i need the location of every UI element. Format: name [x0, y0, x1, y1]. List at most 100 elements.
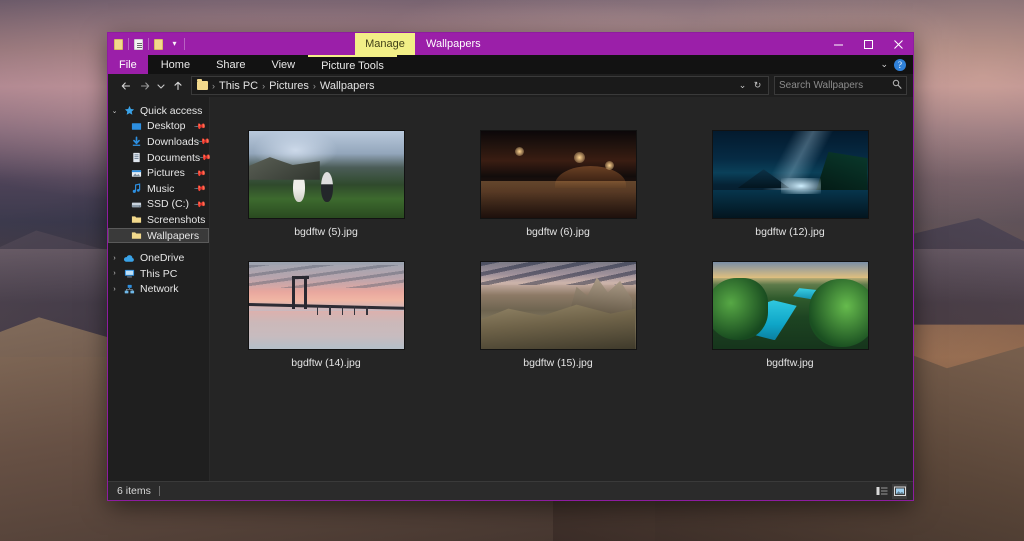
pin-icon[interactable]: 📌: [193, 182, 206, 195]
details-view-button[interactable]: [874, 484, 889, 499]
sidebar-item-label: Pictures: [147, 167, 185, 180]
file-thumbnail[interactable]: [248, 262, 404, 349]
file-list-view[interactable]: bgdftw (5).jpg bgdftw (6).jpg bgdftw (12…: [210, 97, 913, 481]
pin-icon[interactable]: 📌: [193, 167, 206, 180]
up-button[interactable]: [168, 76, 187, 95]
thumbnail-art-rocky: [480, 262, 636, 349]
document-icon: [128, 152, 144, 163]
qat-customize-button[interactable]: ▾: [168, 37, 181, 52]
water-shape: [248, 310, 404, 349]
file-thumbnail[interactable]: [712, 131, 868, 218]
chevron-down-icon[interactable]: ⌄: [108, 107, 121, 115]
sidebar-item-wallpapers[interactable]: Wallpapers: [108, 227, 209, 244]
download-icon: [128, 136, 144, 147]
back-button[interactable]: [116, 76, 135, 95]
sidebar-item-this-pc[interactable]: › This PC: [108, 266, 209, 282]
pin-icon[interactable]: 📌: [193, 120, 206, 133]
bridge-crossbar: [291, 275, 309, 279]
status-bar: 6 items: [108, 481, 913, 500]
bridge-tower: [304, 279, 308, 309]
tab-home[interactable]: Home: [148, 55, 203, 74]
window-title: Wallpapers: [426, 38, 481, 50]
file-name: bgdftw (5).jpg: [294, 226, 358, 238]
tab-picture-tools[interactable]: Picture Tools: [308, 55, 397, 74]
breadcrumb-wallpapers[interactable]: Wallpapers: [317, 80, 378, 92]
file-item[interactable]: bgdftw (15).jpg: [442, 262, 674, 369]
title-bar: ▾ Manage Wallpapers: [108, 33, 913, 55]
sidebar-item-pictures[interactable]: Pictures 📌: [108, 165, 209, 181]
file-thumbnail[interactable]: [712, 262, 868, 349]
search-input[interactable]: Search Wallpapers: [779, 80, 892, 91]
maximize-button[interactable]: [853, 33, 883, 55]
sidebar-item-onedrive[interactable]: › OneDrive: [108, 250, 209, 266]
breadcrumb-pictures[interactable]: Pictures: [266, 80, 312, 92]
file-thumbnail[interactable]: [480, 131, 636, 218]
desktop-icon: [128, 121, 144, 132]
ribbon-actions: ⌄ ?: [880, 55, 913, 74]
help-button[interactable]: ?: [894, 58, 906, 71]
file-name: bgdftw.jpg: [766, 357, 814, 369]
thumbnail-art-lakes: [712, 262, 868, 349]
tab-share[interactable]: Share: [203, 55, 258, 74]
status-divider: [158, 486, 160, 496]
nav-group-gap: [108, 243, 209, 250]
pictures-icon: [128, 168, 144, 179]
chevron-down-icon[interactable]: ⌄: [735, 76, 750, 95]
view-switcher: [874, 483, 907, 499]
sidebar-item-desktop[interactable]: Desktop 📌: [108, 119, 209, 135]
penguin-shape: [321, 172, 334, 203]
sidebar-item-documents[interactable]: Documents 📌: [108, 150, 212, 166]
file-name: bgdftw (12).jpg: [755, 226, 825, 238]
file-item[interactable]: bgdftw (14).jpg: [210, 262, 442, 369]
tab-view[interactable]: View: [258, 55, 308, 74]
chevron-right-icon[interactable]: ›: [108, 255, 121, 262]
address-path-field[interactable]: › This PC › Pictures › Wallpapers ⌄ ↻: [191, 76, 769, 95]
file-item[interactable]: bgdftw (5).jpg: [210, 131, 442, 238]
sidebar-item-screenshots[interactable]: Screenshots: [108, 212, 209, 228]
contextual-tab-label: Manage: [365, 38, 405, 50]
large-icons-view-button[interactable]: [892, 483, 907, 499]
sidebar-item-downloads[interactable]: Downloads 📌: [108, 134, 211, 150]
pin-icon[interactable]: 📌: [193, 198, 206, 211]
refresh-icon[interactable]: ↻: [750, 76, 765, 95]
pin-icon[interactable]: 📌: [197, 135, 210, 148]
quick-access-toolbar: ▾: [108, 33, 185, 55]
qat-new-folder-button[interactable]: [132, 37, 145, 52]
expand-ribbon-icon[interactable]: ⌄: [880, 59, 888, 70]
sidebar-item-ssd-c[interactable]: SSD (C:) 📌: [108, 197, 209, 213]
qat-divider: [128, 38, 129, 50]
drive-icon: [128, 199, 144, 210]
file-explorer-window: ▾ Manage Wallpapers File Home Share View…: [108, 33, 913, 500]
qat-undo-button[interactable]: [152, 37, 165, 52]
navigation-pane: ⌄ Quick access Desktop 📌 Downloads 📌 Doc…: [108, 97, 212, 481]
tab-file[interactable]: File: [108, 55, 148, 74]
sidebar-item-network[interactable]: › Network: [108, 282, 209, 298]
sidebar-item-label: Desktop: [147, 120, 186, 133]
chevron-right-icon[interactable]: ›: [108, 286, 121, 293]
recent-locations-button[interactable]: [154, 76, 168, 95]
file-item[interactable]: bgdftw (6).jpg: [442, 131, 674, 238]
file-thumbnail[interactable]: [248, 131, 404, 218]
chevron-right-icon[interactable]: ›: [108, 270, 121, 277]
minimize-button[interactable]: [823, 33, 853, 55]
sidebar-item-quick-access[interactable]: ⌄ Quick access: [108, 103, 209, 119]
search-box[interactable]: Search Wallpapers: [774, 76, 907, 95]
lamp-glow: [604, 160, 614, 170]
file-thumbnail[interactable]: [480, 262, 636, 349]
contextual-tab-manage[interactable]: Manage: [355, 33, 415, 55]
bridge-pier: [329, 305, 331, 316]
breadcrumb-this-pc[interactable]: This PC: [216, 80, 261, 92]
water-reflection: [480, 181, 636, 218]
file-item[interactable]: bgdftw.jpg: [674, 262, 906, 369]
sidebar-item-label: SSD (C:): [147, 198, 189, 211]
qat-properties-button[interactable]: [112, 37, 125, 52]
lake-shape: [712, 190, 868, 218]
lamp-glow: [573, 151, 585, 163]
thumbnail-art-penguins: [248, 131, 404, 218]
sidebar-item-music[interactable]: Music 📌: [108, 181, 209, 197]
file-item[interactable]: bgdftw (12).jpg: [674, 131, 906, 238]
close-button[interactable]: [883, 33, 913, 55]
sidebar-item-label: Network: [140, 283, 179, 296]
cloud-icon: [121, 253, 137, 264]
forward-button[interactable]: [135, 76, 154, 95]
